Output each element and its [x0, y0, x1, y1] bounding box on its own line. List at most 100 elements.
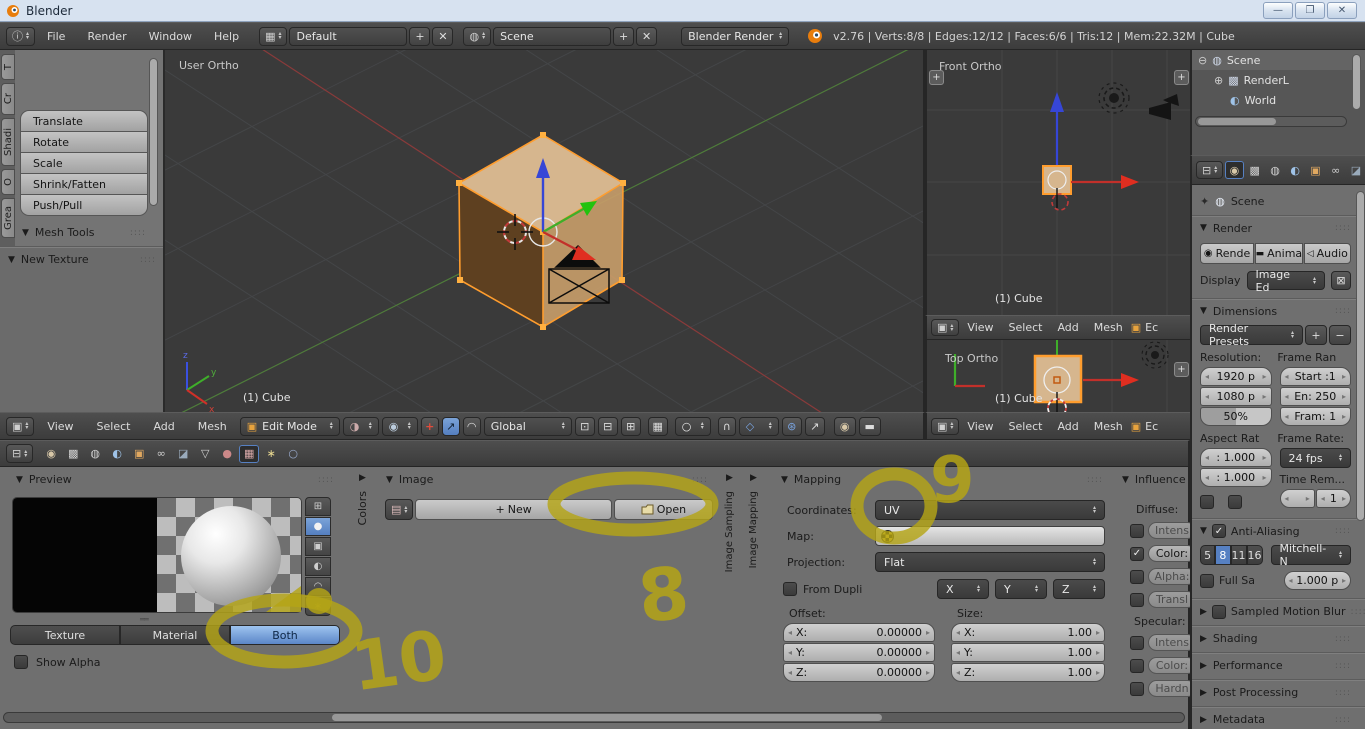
from-dupli-checkbox[interactable] [783, 582, 797, 596]
new-texture-panel-header[interactable]: ▼ New Texture :::: [8, 253, 156, 266]
tree-collapse-icon[interactable]: ⊖ [1198, 54, 1207, 67]
tab-render-context[interactable]: ◉ [1225, 161, 1243, 179]
display-mode-select[interactable]: Image Ed [1247, 271, 1325, 290]
tab-object-context[interactable]: ▣ [129, 445, 149, 463]
mapping-panel-header[interactable]: ▼ Mapping :::: [781, 473, 1103, 486]
cube-object[interactable] [456, 132, 626, 330]
scene-icon-button[interactable]: ◍ [463, 27, 491, 46]
texture-editor-hscrollbar[interactable] [3, 712, 1185, 723]
aa-samples-8-button[interactable]: 8 [1215, 545, 1230, 565]
tab-renderlayers-context[interactable]: ▩ [1246, 161, 1264, 179]
display-lock-button[interactable]: ⊠ [1331, 271, 1351, 290]
render-panel-header[interactable]: ▼ Render :::: [1200, 217, 1351, 239]
resolution-x-field[interactable]: 1920 p [1200, 367, 1272, 386]
tab-scene-context[interactable]: ◍ [85, 445, 105, 463]
render-presets-select[interactable]: Render Presets [1200, 325, 1303, 345]
tab-world-context[interactable]: ◐ [1286, 161, 1304, 179]
preview-resize-handle[interactable]: ══ [140, 615, 148, 624]
menu-render[interactable]: Render [77, 30, 136, 43]
frame-end-field[interactable]: En: 250 [1280, 387, 1352, 406]
rotate-button[interactable]: Rotate [21, 132, 147, 152]
image-mapping-label[interactable]: Image Mapping [748, 491, 759, 568]
tab-modifiers-context[interactable]: ◪ [1347, 161, 1365, 179]
pivot-select[interactable]: ◉ [382, 417, 418, 436]
crop-checkbox[interactable] [1228, 495, 1242, 509]
image-panel-header[interactable]: ▼ Image :::: [386, 473, 708, 486]
remove-preset-button[interactable]: − [1329, 325, 1351, 345]
offset-x-field[interactable]: X:0.00000 [783, 623, 935, 642]
image-datablock-button[interactable]: ▤ [385, 499, 413, 520]
expand-panel-button[interactable]: + [1174, 70, 1189, 85]
menu-add[interactable]: Add [1050, 321, 1085, 334]
aa-samples-11-button[interactable]: 11 [1231, 545, 1247, 565]
tree-expand-icon[interactable]: ⊕ [1214, 74, 1223, 87]
translate-manipulator-button[interactable]: ↗ [442, 417, 460, 436]
preview-material-tab[interactable]: Material [120, 625, 230, 645]
aspect-y-field[interactable]: : 1.000 [1200, 468, 1272, 487]
snap-element-select[interactable]: ◇ [739, 417, 779, 436]
specular-color-slider[interactable]: Color: [1148, 657, 1190, 674]
proportional-edit-select[interactable]: ○ [675, 417, 711, 436]
sampled-motion-blur-panel-header[interactable]: ▶ Sampled Motion Blur :::: [1200, 600, 1351, 623]
menu-select[interactable]: Select [1002, 420, 1050, 433]
coordinates-select[interactable]: UV [875, 500, 1105, 520]
resolution-percentage-slider[interactable]: 50% [1200, 407, 1272, 426]
viewport-front-ortho[interactable]: Front Ortho (1) Cube + + [925, 50, 1190, 315]
diffuse-translucency-checkbox[interactable] [1130, 593, 1144, 607]
show-alpha-checkbox[interactable] [14, 655, 28, 669]
menu-view[interactable]: View [37, 420, 83, 433]
preview-sphere-button[interactable]: ● [305, 517, 331, 536]
post-processing-panel-header[interactable]: ▶ Post Processing :::: [1200, 681, 1351, 704]
outliner-item-renderlayers[interactable]: ⊕ ▩ RenderL [1192, 70, 1365, 90]
menu-view[interactable]: View [960, 321, 1000, 334]
editor-type-3dview-button[interactable]: ▣ [931, 319, 959, 336]
shelf-tab-create[interactable]: Cr [1, 83, 15, 115]
tab-object-context[interactable]: ▣ [1306, 161, 1324, 179]
screen-layout-field[interactable]: Default [289, 27, 407, 46]
image-mapping-collapsed-arrow[interactable]: ▶ [750, 473, 757, 483]
specular-color-checkbox[interactable] [1130, 659, 1144, 673]
projection-select[interactable]: Flat [875, 552, 1105, 572]
diffuse-color-slider[interactable]: Color: [1148, 545, 1190, 562]
expand-panel-button[interactable]: + [1174, 362, 1189, 377]
diffuse-translucency-slider[interactable]: Transl [1148, 591, 1190, 608]
menu-add[interactable]: Add [143, 420, 184, 433]
colors-panel-label[interactable]: Colors [356, 491, 369, 525]
viewport-3d-main[interactable]: z y x User Ortho (1) Cube [165, 50, 925, 412]
editor-type-3dview-button[interactable]: ▣ [6, 417, 34, 436]
scale-button[interactable]: Scale [21, 153, 147, 173]
editor-type-properties-button[interactable]: ⊟ [1196, 161, 1223, 179]
manipulate-center-button[interactable]: ↗ [805, 417, 825, 436]
tab-physics-context[interactable]: ○ [283, 445, 303, 463]
mode-select[interactable]: ▣Edit Mode [240, 417, 340, 436]
diffuse-intensity-slider[interactable]: Intens [1148, 522, 1190, 539]
pixel-size-field[interactable]: 1.000 p [1284, 571, 1351, 590]
resolution-y-field[interactable]: 1080 p [1200, 387, 1272, 406]
preview-monkey-button[interactable]: ◐ [305, 557, 331, 576]
outliner-item-world[interactable]: ◐ World [1192, 90, 1365, 110]
dimensions-panel-header[interactable]: ▼ Dimensions :::: [1200, 300, 1351, 322]
vertex-select-button[interactable]: ⊡ [575, 417, 595, 436]
editor-type-3dview-button[interactable]: ▣ [931, 418, 959, 435]
mesh-tools-panel-header[interactable]: ▼ Mesh Tools :::: [22, 226, 146, 239]
render-engine-select[interactable]: Blender Render [681, 27, 789, 46]
translate-button[interactable]: Translate [21, 111, 147, 131]
delete-layout-button[interactable]: ✕ [432, 27, 453, 46]
diffuse-intensity-checkbox[interactable] [1130, 524, 1144, 538]
diffuse-alpha-slider[interactable]: Alpha: [1148, 568, 1190, 585]
menu-add[interactable]: Add [1050, 420, 1085, 433]
menu-file[interactable]: File [37, 30, 75, 43]
menu-mesh[interactable]: Mesh [1087, 420, 1130, 433]
axis-x-select[interactable]: X [937, 579, 989, 599]
influence-panel-header[interactable]: ▼ Influence [1122, 473, 1190, 486]
menu-window[interactable]: Window [139, 30, 202, 43]
render-animation-button[interactable]: ▬Anima [1255, 243, 1302, 264]
aa-samples-16-button[interactable]: 16 [1247, 545, 1263, 565]
aspect-x-field[interactable]: : 1.000 [1200, 448, 1272, 467]
metadata-panel-header[interactable]: ▶ Metadata :::: [1200, 708, 1351, 729]
lamp-object[interactable] [1099, 83, 1129, 113]
diffuse-alpha-checkbox[interactable] [1130, 570, 1144, 584]
specular-intensity-slider[interactable]: Intens [1148, 634, 1190, 651]
aa-filter-select[interactable]: Mitchell-N [1271, 545, 1352, 565]
add-scene-button[interactable]: + [613, 27, 634, 46]
